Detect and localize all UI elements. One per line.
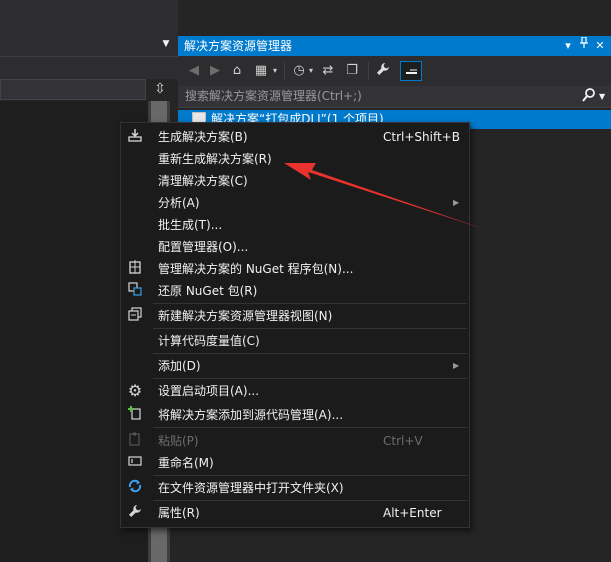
search-icon[interactable] (582, 87, 598, 107)
menu-item-properties[interactable]: 属性(R) Alt+Enter (121, 502, 469, 524)
menu-item-paste[interactable]: 粘贴(P) Ctrl+V (121, 430, 469, 452)
submenu-arrow-icon: ▶ (453, 198, 460, 207)
editor-members-combo[interactable] (0, 79, 146, 100)
menu-item-analyze[interactable]: 分析(A) ▶ (121, 192, 469, 214)
wrench-icon (126, 504, 144, 522)
search-options-dropdown-icon[interactable]: ▼ (599, 87, 609, 107)
solution-explorer-toolbar: ◀ ▶ ⌂ ▦ ▾ ◷ ▾ ⇄ ❐ (178, 56, 611, 86)
home-icon[interactable]: ⌂ (229, 62, 245, 80)
submenu-arrow-icon: ▶ (453, 361, 460, 370)
rename-icon (126, 454, 144, 472)
switch-views-dropdown-icon[interactable]: ▾ (271, 62, 279, 80)
new-view-icon (126, 307, 144, 325)
editor-top-area (0, 0, 178, 36)
context-menu: 生成解决方案(B) Ctrl+Shift+B 重新生成解决方案(R) 清理解决方… (120, 122, 470, 528)
build-icon (126, 128, 144, 146)
preview-selected-items-button[interactable] (400, 61, 422, 81)
menu-item-rebuild-solution[interactable]: 重新生成解决方案(R) (121, 148, 469, 170)
menu-item-add[interactable]: 添加(D) ▶ (121, 355, 469, 377)
split-window-icon[interactable]: ⇳ (150, 79, 170, 100)
menu-item-manage-nuget[interactable]: 管理解决方案的 NuGet 程序包(N)... (121, 258, 469, 280)
pending-changes-dropdown-icon[interactable]: ▾ (307, 62, 315, 80)
solution-explorer-titlebar: 解决方案资源管理器 ▾ ✕ (178, 36, 611, 56)
back-icon[interactable]: ◀ (186, 62, 202, 80)
menu-item-batch-build[interactable]: 批生成(T)... (121, 214, 469, 236)
menu-item-open-in-file-explorer[interactable]: 在文件资源管理器中打开文件夹(X) (121, 477, 469, 499)
forward-icon[interactable]: ▶ (207, 62, 223, 80)
properties-wrench-icon[interactable] (374, 62, 392, 80)
window-position-dropdown-icon[interactable]: ▾ (560, 36, 576, 56)
switch-views-icon[interactable]: ▦ (252, 62, 270, 80)
menu-item-rename[interactable]: 重命名(M) (121, 452, 469, 474)
collapse-all-icon[interactable]: ❐ (344, 62, 360, 80)
menu-item-new-explorer-view[interactable]: 新建解决方案资源管理器视图(N) (121, 305, 469, 327)
menu-item-restore-nuget[interactable]: 还原 NuGet 包(R) (121, 280, 469, 302)
paste-icon (126, 432, 144, 450)
solution-explorer-search[interactable]: 搜索解决方案资源管理器(Ctrl+;) ▼ (178, 86, 611, 108)
menu-item-set-startup-projects[interactable]: ⚙ 设置启动项目(A)... (121, 380, 469, 402)
menu-item-code-metrics[interactable]: 计算代码度量值(C) (121, 330, 469, 352)
pin-icon[interactable] (576, 36, 592, 56)
tab-overflow-dropdown-icon[interactable]: ▼ (160, 38, 172, 50)
add-source-control-icon (126, 406, 144, 424)
nuget-package-icon (126, 260, 144, 278)
menu-item-build-solution[interactable]: 生成解决方案(B) Ctrl+Shift+B (121, 126, 469, 148)
gear-icon: ⚙ (127, 381, 143, 400)
open-folder-refresh-icon (126, 479, 144, 497)
sync-with-active-document-icon[interactable]: ⇄ (320, 62, 336, 80)
menu-item-configuration-manager[interactable]: 配置管理器(O)... (121, 236, 469, 258)
editor-navigation-bar (0, 56, 178, 79)
search-input[interactable]: 搜索解决方案资源管理器(Ctrl+;) (185, 86, 362, 107)
editor-tab-strip (0, 36, 178, 56)
restore-package-icon (126, 282, 144, 300)
pending-changes-filter-icon[interactable]: ◷ (291, 62, 307, 80)
solution-explorer-title: 解决方案资源管理器 (184, 39, 293, 53)
menu-item-clean-solution[interactable]: 清理解决方案(C) (121, 170, 469, 192)
close-icon[interactable]: ✕ (592, 36, 608, 56)
menu-item-add-to-source-control[interactable]: 将解决方案添加到源代码管理(A)... (121, 404, 469, 426)
